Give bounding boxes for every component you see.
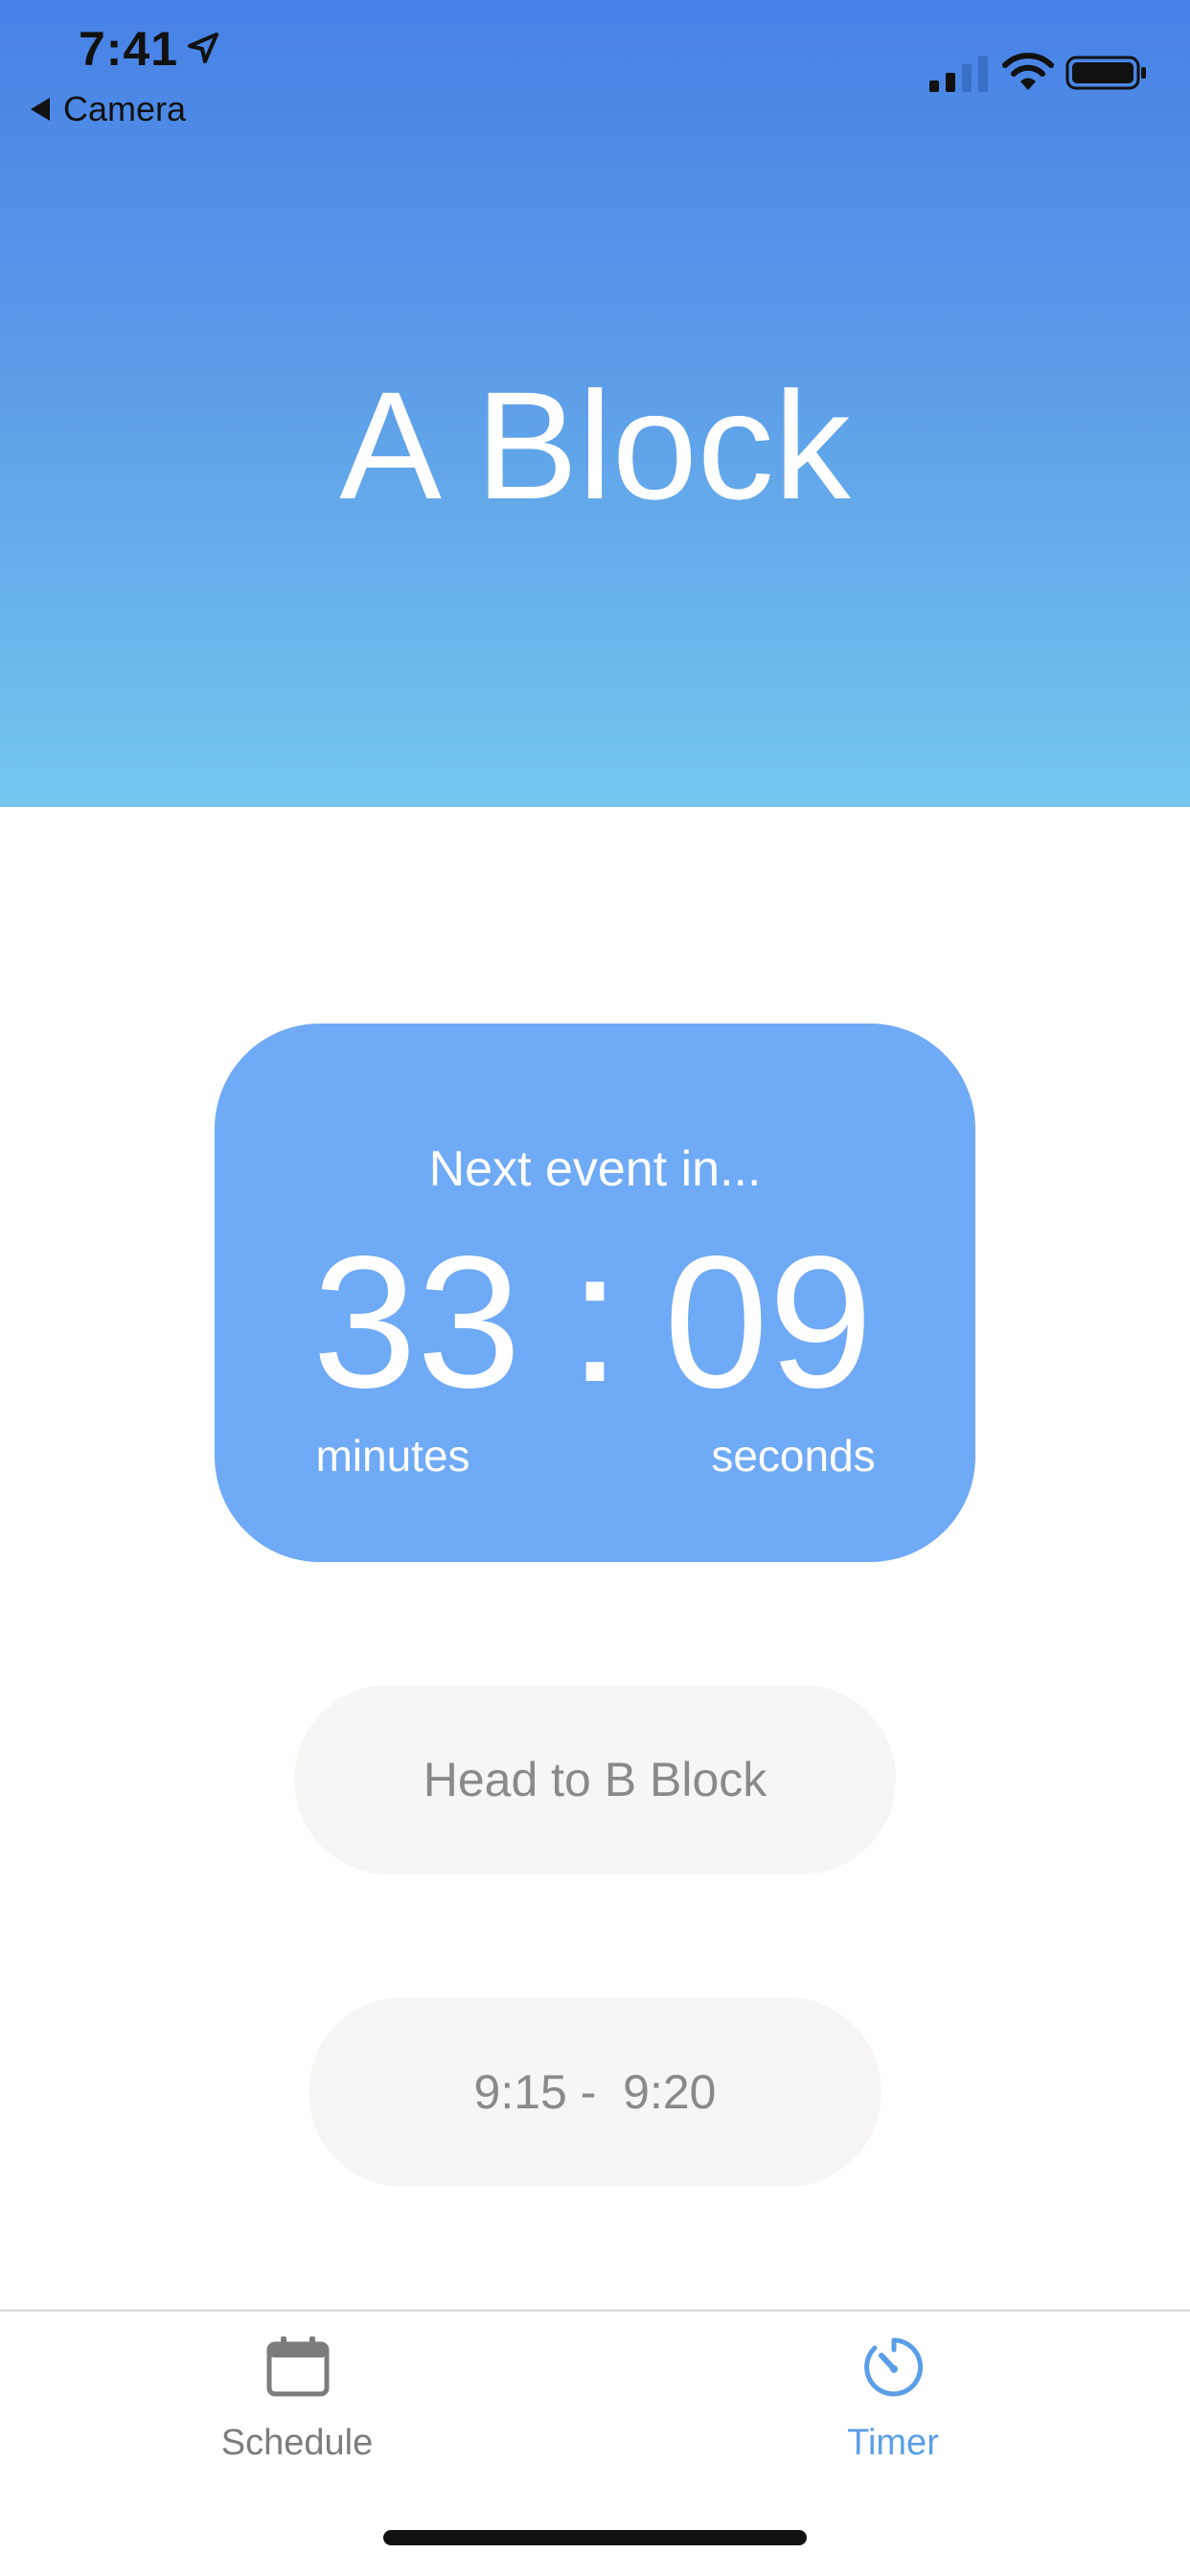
header-banner: 7:41 Camera A Block — [0, 0, 1190, 807]
timer-icon — [864, 2337, 924, 2397]
countdown-card: Next event in... 33 : 09 minutes seconds — [215, 1024, 975, 1562]
screen: 7:41 Camera A Block Next event in... 33 … — [0, 0, 1190, 2576]
countdown-seconds: 09 — [663, 1217, 873, 1427]
back-to-camera-button[interactable]: Camera — [31, 88, 186, 130]
battery-icon — [1065, 56, 1146, 90]
time-range-pill: 9:15 - 9:20 — [309, 1997, 881, 2187]
tab-timer-label: Timer — [847, 2423, 939, 2463]
back-arrow-icon — [31, 98, 50, 121]
next-event-pill: Head to B Block — [294, 1685, 896, 1874]
back-camera-label: Camera — [63, 89, 187, 128]
tab-schedule[interactable]: Schedule — [153, 2312, 441, 2503]
calendar-icon — [266, 2336, 330, 2397]
countdown-minutes: 33 — [311, 1217, 521, 1427]
tab-timer[interactable]: Timer — [749, 2312, 1037, 2503]
wifi-icon — [1002, 53, 1054, 90]
countdown-caption: Next event in... — [428, 1141, 762, 1197]
home-indicator[interactable] — [383, 2530, 807, 2545]
tab-schedule-label: Schedule — [220, 2423, 374, 2463]
seconds-label: seconds — [711, 1431, 876, 1481]
status-time: 7:41 — [79, 22, 179, 76]
minutes-label: minutes — [315, 1431, 470, 1481]
countdown-separator: : — [568, 1211, 622, 1421]
cellular-signal-icon — [929, 56, 988, 92]
location-arrow-icon — [188, 33, 218, 63]
page-title: A Block — [339, 359, 851, 531]
